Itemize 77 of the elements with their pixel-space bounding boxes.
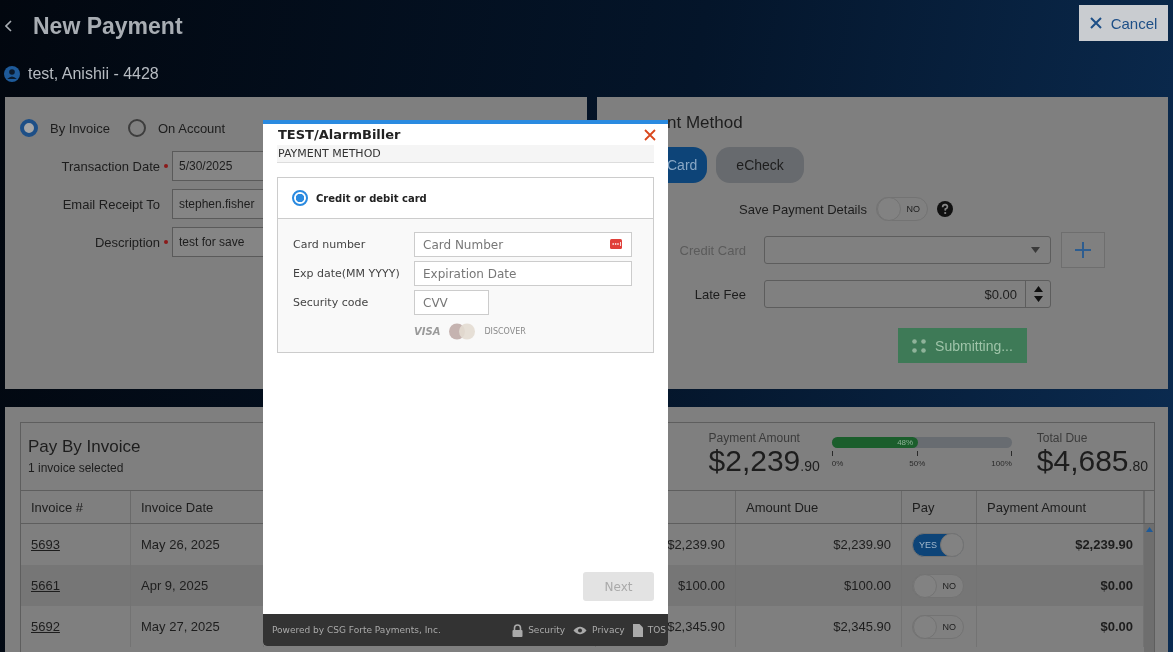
payment-method-tab[interactable]: eCheck	[716, 147, 804, 183]
save-details-toggle[interactable]: NO	[875, 197, 928, 221]
plus-icon	[1075, 242, 1091, 258]
spinner-arrows-icon	[1033, 286, 1043, 302]
scroll-up-icon	[1145, 527, 1153, 532]
table-cell: $2,345.90	[736, 606, 902, 647]
radio-button[interactable]	[128, 119, 146, 137]
amount-label: Payment Amount	[708, 431, 801, 445]
footer-text: Powered by CSG Forte Payments, Inc.	[272, 625, 441, 635]
tick-label: 50%	[909, 459, 926, 468]
payment-type-radio[interactable]: By Invoice	[20, 119, 110, 137]
input-field[interactable]: Card Number	[414, 232, 632, 257]
user-icon	[4, 66, 20, 82]
close-icon	[1089, 17, 1102, 29]
radio-button[interactable]	[292, 190, 308, 206]
column-header: Invoice #	[21, 491, 131, 523]
radio-label: By Invoice	[50, 120, 110, 136]
payment-type-radio[interactable]: On Account	[128, 119, 226, 137]
page-title: New Payment	[33, 12, 183, 40]
lock-icon	[512, 623, 524, 637]
eye-icon	[573, 625, 588, 635]
document-icon	[632, 623, 643, 637]
caret-down-icon	[1031, 247, 1040, 253]
radio-label: On Account	[158, 120, 226, 136]
help-icon	[936, 201, 953, 217]
table-cell: $100.00	[736, 565, 902, 606]
amount-value: $2,239.90	[708, 445, 820, 479]
card-icon	[610, 239, 622, 249]
footer-link[interactable]: Security	[512, 623, 566, 637]
progress-fill: 48%	[831, 437, 919, 448]
late-fee-field[interactable]: $0.00	[764, 280, 1051, 308]
column-header: Amount Due	[736, 491, 902, 523]
customer-name: test, Anishii - 4428	[28, 65, 159, 83]
field-label: Card number	[293, 238, 367, 251]
close-button[interactable]	[644, 128, 656, 141]
submit-button[interactable]: Submitting...	[898, 328, 1027, 363]
input-field[interactable]: CVV	[414, 290, 489, 315]
tick-label: 0%	[831, 459, 844, 468]
column-header: Pay	[902, 491, 977, 523]
toggle-label: Save Payment Details	[739, 201, 867, 217]
panel-title: nt Method	[667, 113, 744, 134]
loading-dots-icon	[912, 338, 927, 353]
tick-label: 100%	[991, 459, 1012, 468]
field-label: Description	[94, 234, 160, 250]
field-label: Exp date(MM YYYY)	[293, 267, 401, 280]
section-title: Pay By Invoice	[28, 437, 141, 457]
pay-toggle[interactable]: NO	[912, 573, 964, 598]
invoice-link[interactable]: 5661	[31, 578, 60, 593]
scrollbar[interactable]	[1144, 524, 1154, 652]
pay-toggle[interactable]: NO	[912, 614, 964, 639]
input-field[interactable]: test for save	[172, 227, 263, 257]
invoice-link[interactable]: 5692	[31, 619, 60, 634]
pay-toggle[interactable]: YES	[912, 532, 964, 557]
visa-logo: VISA	[414, 326, 441, 337]
discover-logo: DISCOVER	[484, 327, 526, 336]
dialog-subtitle: PAYMENT METHOD	[277, 145, 654, 163]
back-button[interactable]	[3, 18, 15, 34]
input-field[interactable]: stephen.fisher	[172, 189, 263, 219]
input-field[interactable]: 5/30/2025	[172, 151, 263, 181]
radio-button[interactable]	[20, 119, 38, 137]
footer-link[interactable]: TOS	[632, 623, 666, 637]
cancel-button[interactable]: Cancel	[1079, 5, 1168, 41]
field-label: Transaction Date	[61, 158, 160, 174]
card-brand-circles-icon	[448, 323, 477, 340]
field-label: Security code	[293, 296, 370, 309]
invoice-link[interactable]: 5693	[31, 537, 60, 552]
selection-count: 1 invoice selected	[28, 461, 125, 475]
close-icon	[644, 128, 656, 141]
field-label: Email Receipt To	[62, 196, 160, 212]
amount-value: $4,685.80	[1036, 445, 1148, 479]
amount-label: Total Due	[1036, 431, 1089, 445]
field-label: Late Fee	[694, 286, 746, 302]
chevron-left-icon	[5, 20, 13, 32]
dialog-title: TEST/AlarmBiller	[278, 127, 401, 142]
input-field[interactable]: Expiration Date	[414, 261, 632, 286]
radio-label: Credit or debit card	[316, 192, 427, 204]
column-header: Payment Amount	[977, 491, 1144, 523]
